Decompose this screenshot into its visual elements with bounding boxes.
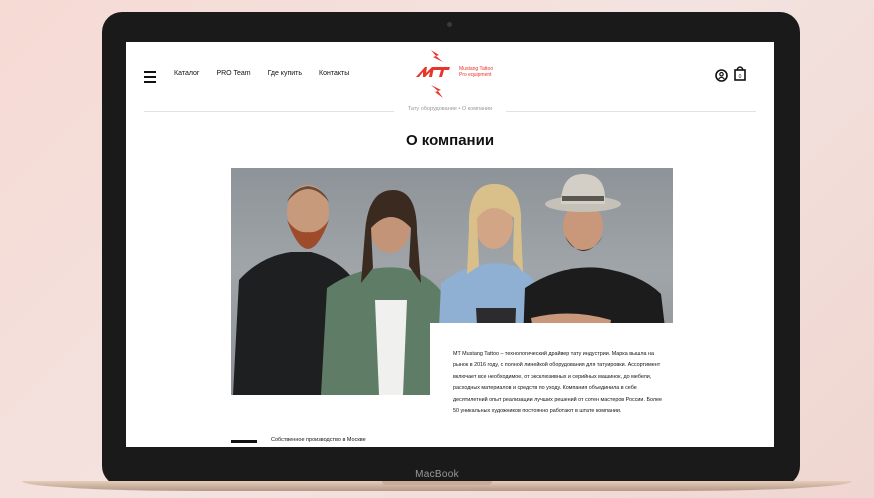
nav-catalog[interactable]: Каталог xyxy=(174,70,199,77)
logo-caption: Mustang Tattoo Pro equipment xyxy=(459,66,494,78)
breadcrumb: Тату оборудование • О компании xyxy=(126,106,774,112)
page-title: О компании xyxy=(405,132,495,149)
cart-count: 0 xyxy=(739,74,742,80)
feature-text: Собственное производство в Москве xyxy=(271,437,366,443)
nav-contacts[interactable]: Контакты xyxy=(319,70,349,77)
user-icon[interactable] xyxy=(715,69,728,87)
lightning-logo-icon xyxy=(416,50,450,98)
nav-where-to-buy[interactable]: Где купить xyxy=(268,70,302,77)
webcam xyxy=(447,22,452,27)
about-card: MT Mustang Tattoo – технологический драй… xyxy=(430,323,674,447)
laptop-screen: Каталог PRO Team Где купить Контакты Mus… xyxy=(126,42,774,447)
laptop-notch xyxy=(382,481,492,485)
about-text: MT Mustang Tattoo – технологический драй… xyxy=(453,351,662,415)
site-logo[interactable]: Mustang Tattoo Pro equipment xyxy=(414,49,504,99)
breadcrumb-text[interactable]: Тату оборудование • О компании xyxy=(403,106,497,112)
device-label: MacBook xyxy=(415,469,459,480)
nav-pro-team[interactable]: PRO Team xyxy=(216,70,250,77)
cart-icon[interactable]: 0 xyxy=(734,65,746,86)
feature-bar xyxy=(231,440,257,443)
menu-icon[interactable] xyxy=(144,71,156,86)
main-nav: Каталог PRO Team Где купить Контакты xyxy=(174,70,349,77)
